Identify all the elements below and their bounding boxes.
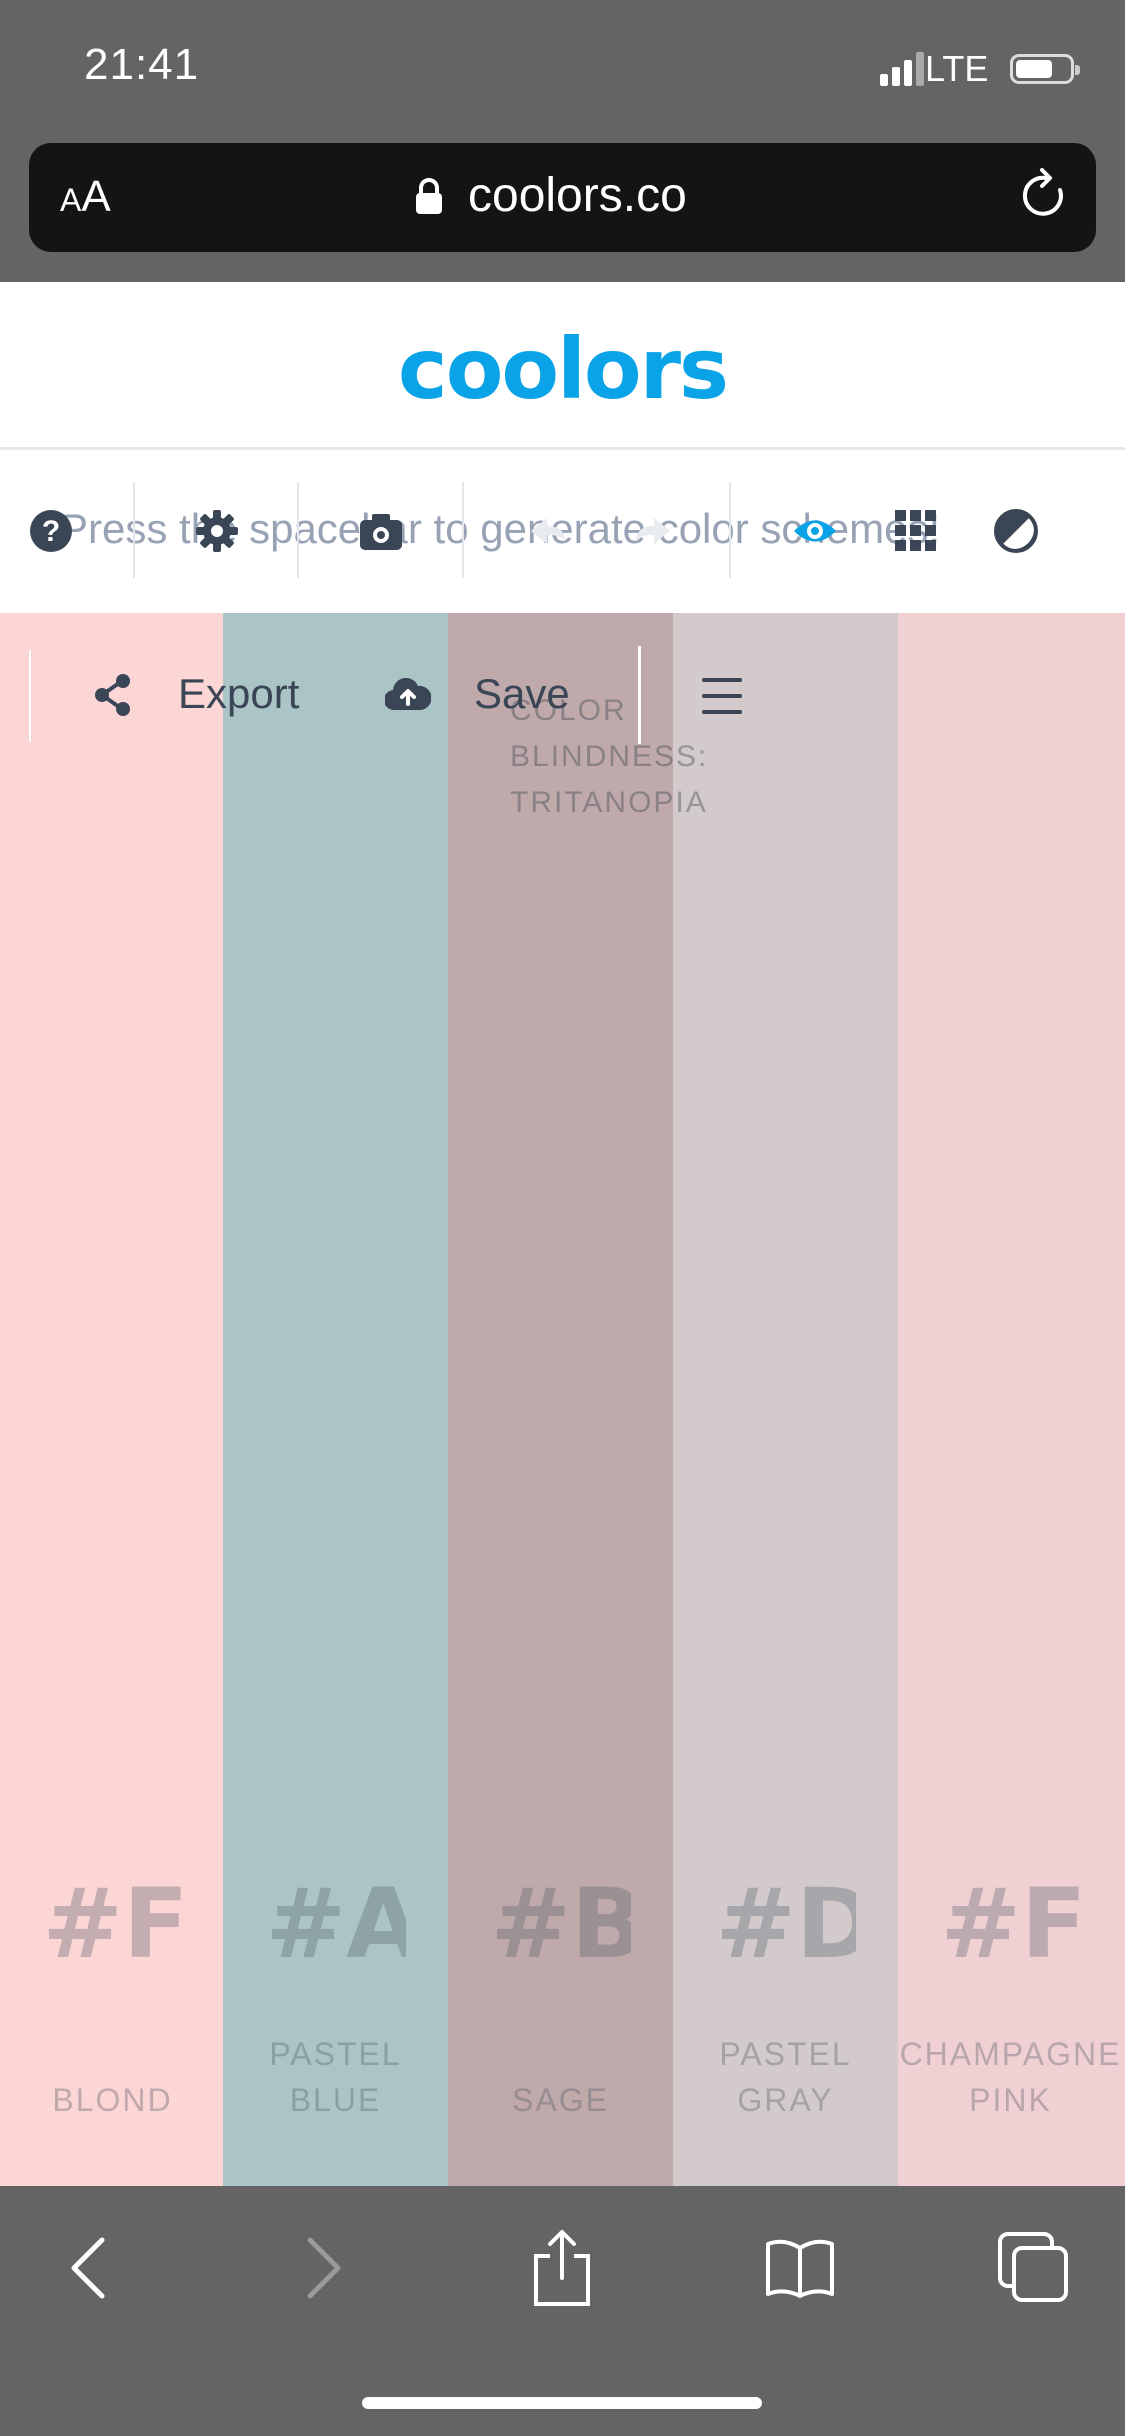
settings-icon[interactable] [194,508,240,554]
color-hex[interactable]: #B [448,1868,673,2003]
color-column[interactable]: #D PASTEL GRAY [673,613,898,2186]
color-name-line1: PASTEL [719,2036,852,2072]
camera-icon[interactable] [358,508,404,554]
logo[interactable]: coolors [0,320,1125,418]
redo-icon[interactable] [630,508,676,554]
color-column[interactable]: #F CHAMPAGNE PINK [898,613,1125,2186]
palette: #F BLOND #A PASTEL BLUE #B SAGE #D PASTE… [0,613,1125,2186]
toolbar-divider [462,482,464,578]
action-divider [29,650,31,742]
lock-icon [416,178,442,214]
color-column[interactable]: #A PASTEL BLUE [223,613,448,2186]
svg-text:?: ? [42,515,60,548]
text-size-button[interactable]: AA [60,172,111,222]
reload-icon[interactable] [1016,168,1072,224]
home-indicator[interactable] [362,2397,762,2409]
color-name-line1: CHAMPAGNE [899,2036,1122,2072]
color-name-line2: BLUE [289,2082,382,2118]
network-label: LTE [925,48,989,89]
color-name-line1: PASTEL [269,2036,402,2072]
color-name-line2: PINK [969,2082,1052,2118]
help-icon[interactable]: ? [28,508,74,554]
undo-icon[interactable] [525,508,571,554]
color-column[interactable]: #B SAGE [448,613,673,2186]
signal-icon [880,52,924,86]
toolbar-divider [297,482,299,578]
color-hex[interactable]: #F [0,1868,225,2003]
color-name-line2: BLOND [52,2082,173,2118]
color-blindness-label: COLOR BLINDNESS: TRITANOPIA [510,694,709,819]
share-icon[interactable] [92,672,134,718]
color-hex[interactable]: #F [898,1868,1123,2003]
back-icon[interactable] [66,2236,110,2300]
eye-icon[interactable] [792,508,838,554]
contrast-icon[interactable] [993,508,1039,554]
url-text[interactable]: coolors.co [468,168,687,223]
share-sheet-icon[interactable] [530,2228,594,2308]
bookmarks-icon[interactable] [764,2236,836,2300]
color-name-line2: GRAY [737,2082,834,2118]
toolbar-divider [729,482,731,578]
color-hex[interactable]: #A [223,1868,448,2003]
battery-icon [1010,54,1080,84]
status-time: 21:41 [84,40,200,89]
toolbar-divider [133,482,135,578]
cloud-upload-icon[interactable] [385,676,431,712]
color-hex[interactable]: #D [673,1868,898,2003]
grid-icon[interactable] [893,508,939,554]
tabs-icon[interactable] [996,2230,1070,2304]
color-name-line2: SAGE [512,2082,609,2118]
forward-icon[interactable] [302,2236,346,2300]
color-column[interactable]: #F BLOND [0,613,225,2186]
export-button[interactable]: Export [178,670,299,718]
